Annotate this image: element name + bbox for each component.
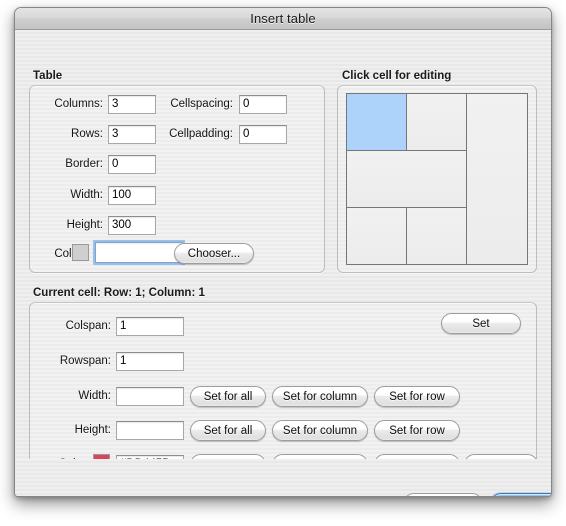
table-height-input[interactable]: 300 <box>108 216 156 235</box>
nbsp-checkbox-row[interactable]: Insert non breaking space in all cells <box>29 496 232 497</box>
comments-label: Comments <box>278 497 334 498</box>
width-set-for-row-button[interactable]: Set for row <box>374 386 460 407</box>
height-set-for-all-button[interactable]: Set for all <box>190 420 266 441</box>
table-width-input[interactable]: 100 <box>108 186 156 205</box>
cell-width-label: Width: <box>78 390 111 402</box>
cancel-button[interactable]: Cancel <box>403 493 483 496</box>
cellspacing-label: Cellspacing: <box>170 98 233 110</box>
set-button[interactable]: Set <box>441 313 521 334</box>
current-cell-group-label: Current cell: Row: 1; Column: 1 <box>33 287 205 299</box>
cellpadding-input[interactable]: 0 <box>239 125 287 144</box>
insert-table-dialog: Insert table Table Columns: 3 Cellspacin… <box>14 7 552 497</box>
cellpadding-label: Cellpadding: <box>169 128 233 140</box>
border-input[interactable]: 0 <box>108 155 156 174</box>
border-label: Border: <box>65 158 103 170</box>
height-set-for-column-button[interactable]: Set for column <box>272 420 368 441</box>
table-color-swatch[interactable] <box>72 244 89 261</box>
insert-button[interactable]: Insert <box>490 493 551 496</box>
comments-checkbox-row[interactable]: Comments <box>260 496 334 497</box>
cellspacing-input[interactable]: 0 <box>239 95 287 114</box>
window-title: Insert table <box>250 11 316 26</box>
preview-cell-r1c1-selected[interactable] <box>347 94 407 151</box>
footer-bar <box>15 459 551 496</box>
height-set-for-row-button[interactable]: Set for row <box>374 420 460 441</box>
width-set-for-column-button[interactable]: Set for column <box>272 386 368 407</box>
preview-cell-r1c2[interactable] <box>407 94 467 151</box>
preview-group-label: Click cell for editing <box>342 70 452 82</box>
cell-height-label: Height: <box>74 424 111 436</box>
cell-height-input[interactable] <box>116 421 184 440</box>
nbsp-checkbox[interactable] <box>29 496 42 497</box>
preview-cell-r1c3-rowspan[interactable] <box>467 94 527 264</box>
dialog-body: Table Columns: 3 Cellspacing: 0 Rows: 3 … <box>15 30 551 497</box>
table-color-chooser-button[interactable]: Chooser... <box>174 243 254 264</box>
preview-cell-r2c1-colspan[interactable] <box>347 151 467 208</box>
preview-cell-r3c2[interactable] <box>407 208 467 264</box>
columns-label: Columns: <box>54 98 103 110</box>
width-set-for-all-button[interactable]: Set for all <box>190 386 266 407</box>
rows-label: Rows: <box>71 128 103 140</box>
window-titlebar[interactable]: Insert table <box>15 8 551 30</box>
table-color-input[interactable] <box>93 240 185 265</box>
rowspan-input[interactable]: 1 <box>116 352 184 371</box>
rowspan-label: Rowspan: <box>59 355 111 367</box>
table-height-label: Height: <box>66 219 103 231</box>
preview-cell-r3c1[interactable] <box>347 208 407 264</box>
colspan-input[interactable]: 1 <box>116 317 184 336</box>
cell-width-input[interactable] <box>116 387 184 406</box>
cell-preview-grid[interactable] <box>346 93 528 265</box>
nbsp-label: Insert non breaking space in all cells <box>47 497 232 498</box>
table-group-label: Table <box>33 70 63 82</box>
comments-checkbox[interactable] <box>260 496 273 497</box>
colspan-label: Colspan: <box>65 320 111 332</box>
table-width-label: Width: <box>70 189 103 201</box>
